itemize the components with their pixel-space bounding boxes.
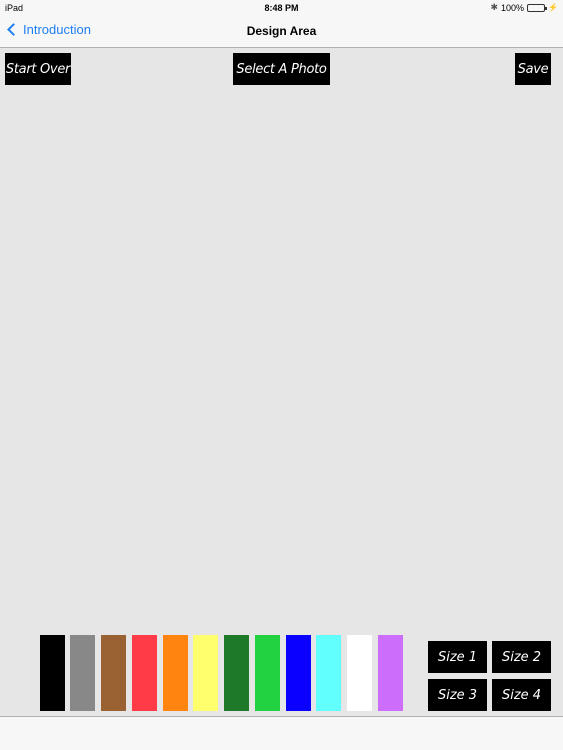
status-right: ✱ 100% ⚡ [490,2,558,13]
color-swatch[interactable] [101,635,126,711]
status-time: 8:48 PM [264,3,299,13]
save-button[interactable]: Save [515,53,551,85]
color-swatch[interactable] [255,635,280,711]
color-swatch[interactable] [132,635,157,711]
size-1-button[interactable]: Size 1 [428,641,487,673]
size-3-button[interactable]: Size 3 [428,679,487,711]
color-swatch[interactable] [286,635,311,711]
color-swatch[interactable] [40,635,65,711]
color-swatch[interactable] [224,635,249,711]
color-swatch[interactable] [193,635,218,711]
color-swatch[interactable] [70,635,95,711]
bluetooth-icon: ✱ [490,2,498,12]
size-4-button[interactable]: Size 4 [492,679,551,711]
battery-percent: 100% [501,2,525,13]
page-title: Design Area [246,24,317,38]
charging-icon: ⚡ [548,3,558,12]
color-swatch[interactable] [347,635,372,711]
navigation-bar: Introduction Design Area [0,16,563,48]
status-bar: iPad 8:48 PM ✱ 100% ⚡ [0,0,563,16]
select-photo-button[interactable]: Select A Photo [233,53,330,85]
color-swatch[interactable] [163,635,188,711]
bottom-toolbar [0,716,563,750]
size-2-button[interactable]: Size 2 [492,641,551,673]
start-over-button[interactable]: Start Over [5,53,71,85]
battery-icon [527,3,548,12]
color-swatch[interactable] [316,635,341,711]
color-swatch[interactable] [378,635,403,711]
